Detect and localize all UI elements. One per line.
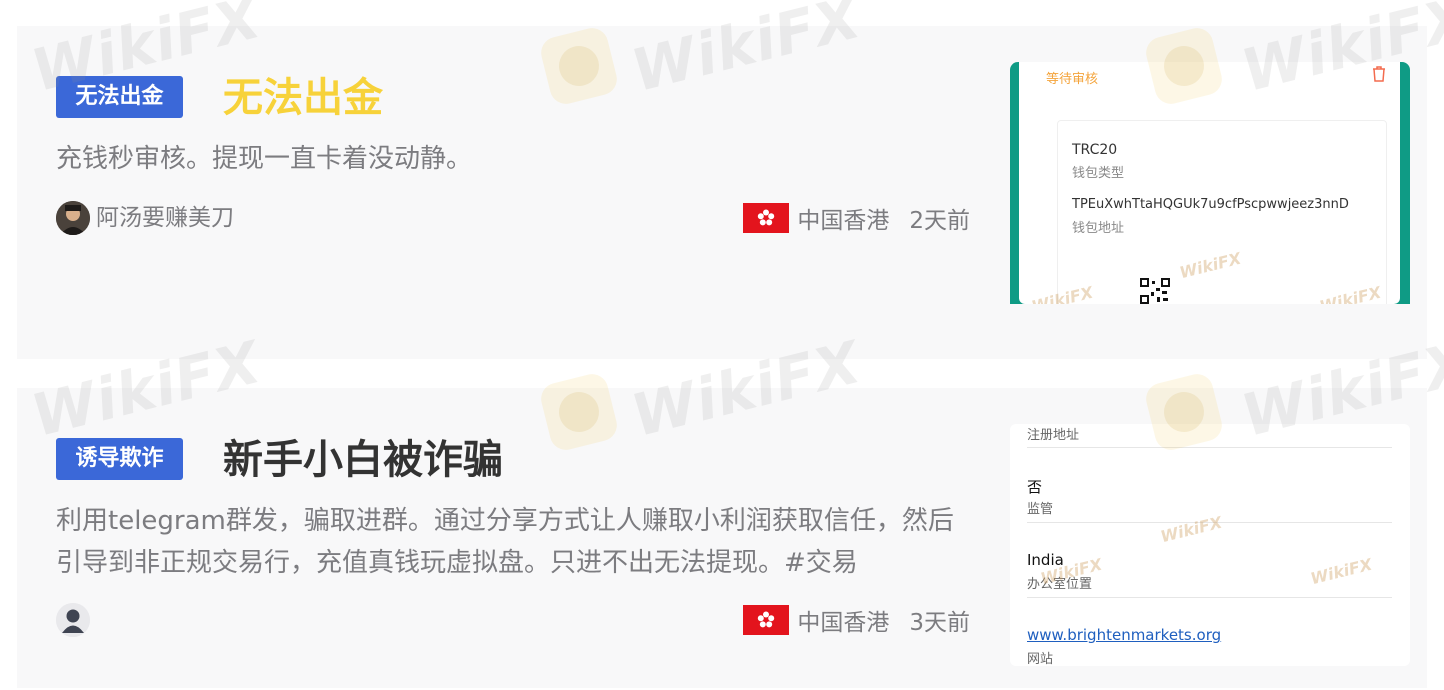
registered-address-label: 注册地址	[1027, 428, 1080, 443]
card-title[interactable]: 新手小白被诈骗	[223, 434, 503, 486]
post-time: 3天前	[909, 610, 970, 636]
card-description: 利用telegram群发，骗取进群。通过分享方式让人赚取小利润获取信任，然后引导…	[56, 506, 954, 578]
wallet-type-label: 钱包类型	[1072, 166, 1125, 181]
card-title[interactable]: 无法出金	[223, 72, 383, 124]
category-tag: 诱导欺诈	[56, 438, 183, 480]
hong-kong-flag-icon	[743, 203, 790, 233]
wallet-type-value: TRC20	[1072, 142, 1118, 158]
regulation-label: 监管	[1027, 502, 1054, 517]
watermark-small: WikiFX	[1308, 554, 1374, 589]
default-user-avatar[interactable]	[56, 603, 90, 637]
post-time: 2天前	[909, 208, 970, 234]
watermark-small: WikiFX	[1158, 512, 1224, 547]
qr-code-icon	[1140, 278, 1170, 304]
wallet-address-label: 钱包地址	[1072, 221, 1125, 236]
region-label: 中国香港	[797, 208, 890, 234]
user-avatar[interactable]	[56, 201, 90, 235]
hong-kong-flag-icon	[743, 605, 790, 635]
card-description: 充钱秒审核。提现一直卡着没动静。	[56, 144, 473, 174]
card-meta: 中国香港 3天前	[743, 603, 970, 637]
withdraw-status: 等待审核	[1046, 72, 1099, 87]
user-name[interactable]: 阿汤要赚美刀	[96, 201, 234, 235]
wallet-address-value: TPEuXwhTtaHQGUk7u9cfPscpwwjeez3nnD	[1072, 197, 1349, 212]
category-tag: 无法出金	[56, 76, 183, 118]
trash-icon	[1372, 66, 1386, 82]
website-link[interactable]: www.brightenmarkets.org	[1027, 626, 1221, 644]
regulation-value: 否	[1027, 478, 1043, 496]
region-label: 中国香港	[797, 610, 890, 636]
evidence-thumbnail[interactable]: 注册地址 否 监管 India 办公室位置 www.brightenmarket…	[1010, 424, 1410, 666]
website-label: 网站	[1027, 652, 1054, 666]
card-meta: 中国香港 2天前	[743, 201, 970, 235]
evidence-thumbnail[interactable]: 等待审核 TRC20 钱包类型 TPEuXwhTtaHQGUk7u9cfPscp…	[1010, 62, 1410, 304]
